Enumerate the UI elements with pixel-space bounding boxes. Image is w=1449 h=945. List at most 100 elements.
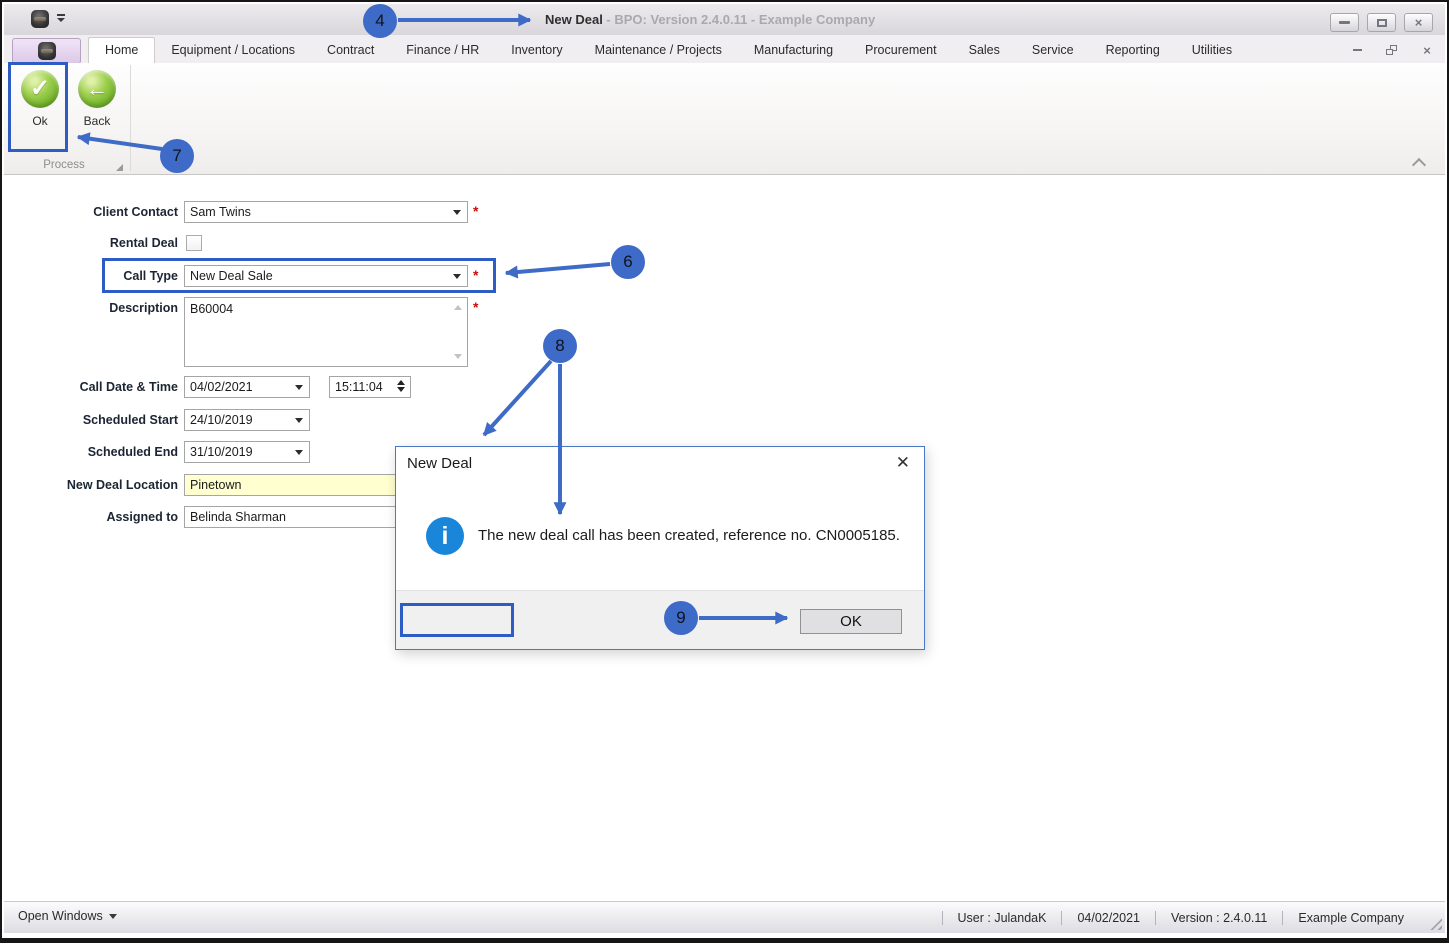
scheduled-end-picker[interactable]: 31/10/2019 [184, 441, 310, 463]
mdi-close-button[interactable]: × [1416, 42, 1438, 58]
new-deal-location-label: New Deal Location [66, 478, 178, 492]
dialog-ok-button[interactable]: OK [800, 609, 902, 634]
status-version: Version : 2.4.0.11 [1155, 910, 1282, 925]
mdi-restore-icon [1385, 45, 1397, 55]
scroll-down-icon[interactable] [454, 354, 462, 359]
window-frame: New Deal - BPO: Version 2.4.0.11 - Examp… [0, 0, 1449, 943]
minimize-icon [1339, 21, 1350, 24]
description-textarea[interactable]: B60004 [184, 297, 468, 367]
new-deal-location-value: Pinetown [190, 478, 242, 492]
required-marker: * [473, 267, 479, 283]
app-logo-icon [31, 10, 49, 28]
tab-service[interactable]: Service [1016, 37, 1090, 63]
close-icon: × [1414, 15, 1423, 30]
open-windows-button[interactable]: Open Windows [18, 909, 117, 923]
chevron-down-icon [295, 450, 303, 455]
chevron-down-icon [453, 210, 461, 215]
ok-button[interactable]: ✓ Ok [13, 66, 67, 146]
close-button[interactable]: × [1404, 13, 1433, 32]
spinner-arrows-icon[interactable] [397, 380, 405, 392]
assigned-to-label: Assigned to [106, 510, 178, 524]
ribbon: ✓ Ok ← Back Process [4, 63, 1445, 175]
call-date-picker[interactable]: 04/02/2021 [184, 376, 310, 398]
group-dialog-launcher-icon[interactable] [116, 164, 123, 171]
call-date-value: 04/02/2021 [190, 380, 253, 394]
titlebar: New Deal - BPO: Version 2.4.0.11 - Examp… [4, 4, 1445, 35]
mdi-restore-button[interactable] [1380, 42, 1402, 58]
status-company: Example Company [1282, 910, 1419, 925]
ribbon-tab-row: Home Equipment / Locations Contract Fina… [4, 35, 1445, 64]
back-arrow-icon: ← [78, 70, 116, 108]
annotation-step-7: 7 [160, 139, 194, 173]
annotation-step-4: 4 [363, 4, 397, 38]
annotation-step-8: 8 [543, 329, 577, 363]
call-type-combobox[interactable]: New Deal Sale [184, 265, 468, 287]
mdi-minimize-button[interactable] [1346, 42, 1368, 58]
maximize-button[interactable] [1367, 13, 1396, 32]
ribbon-group-label: Process [43, 159, 85, 171]
tab-contract[interactable]: Contract [311, 37, 390, 63]
mdi-minimize-icon [1352, 49, 1362, 51]
application-menu-button[interactable] [12, 38, 81, 64]
minimize-button[interactable] [1330, 13, 1359, 32]
scheduled-end-label: Scheduled End [87, 445, 178, 459]
tab-equipment-locations[interactable]: Equipment / Locations [155, 37, 311, 63]
client-contact-combobox[interactable]: Sam Twins [184, 201, 468, 223]
rental-deal-label: Rental Deal [109, 236, 178, 250]
quick-access-chevron-icon[interactable] [56, 14, 65, 22]
new-deal-dialog: New Deal ✕ i The new deal call has been … [395, 446, 925, 650]
dialog-title: New Deal [407, 455, 473, 472]
ribbon-tabs: Home Equipment / Locations Contract Fina… [88, 37, 1248, 63]
mdi-close-icon: × [1423, 42, 1431, 58]
call-date-time-label: Call Date & Time [79, 380, 178, 394]
info-icon: i [426, 517, 464, 555]
ok-button-label: Ok [32, 114, 48, 128]
tab-procurement[interactable]: Procurement [849, 37, 953, 63]
chevron-down-icon [295, 418, 303, 423]
scheduled-start-value: 24/10/2019 [190, 413, 253, 427]
status-user: User : JulandaK [941, 910, 1062, 925]
call-time-spinner[interactable]: 15:11:04 [329, 376, 411, 398]
open-windows-label: Open Windows [18, 909, 103, 923]
app-logo-icon [37, 42, 56, 60]
ribbon-group-separator [130, 65, 131, 171]
required-marker: * [473, 203, 479, 219]
tab-finance-hr[interactable]: Finance / HR [390, 37, 495, 63]
resize-grip[interactable] [1429, 917, 1442, 930]
annotation-step-6: 6 [611, 245, 645, 279]
ribbon-collapse-chevron-icon[interactable] [1411, 157, 1427, 173]
window-title: New Deal - BPO: Version 2.4.0.11 - Examp… [545, 12, 875, 27]
status-date: 04/02/2021 [1061, 910, 1155, 925]
client-contact-value: Sam Twins [190, 205, 251, 219]
chevron-down-icon [453, 274, 461, 279]
tab-inventory[interactable]: Inventory [495, 37, 578, 63]
call-type-value: New Deal Sale [190, 269, 273, 283]
rental-deal-checkbox[interactable] [186, 235, 202, 251]
tab-maintenance-projects[interactable]: Maintenance / Projects [579, 37, 738, 63]
description-value: B60004 [190, 302, 234, 316]
status-bar-right: User : JulandaK 04/02/2021 Version : 2.4… [941, 902, 1419, 933]
scheduled-start-label: Scheduled Start [82, 413, 178, 427]
required-marker: * [473, 299, 479, 315]
chevron-down-icon [108, 913, 117, 919]
scheduled-end-value: 31/10/2019 [190, 445, 253, 459]
dialog-close-icon[interactable]: ✕ [896, 453, 910, 473]
tab-reporting[interactable]: Reporting [1090, 37, 1176, 63]
window-title-secondary: - BPO: Version 2.4.0.11 - Example Compan… [602, 12, 876, 27]
status-bar: Open Windows User : JulandaK 04/02/2021 … [4, 901, 1445, 933]
scheduled-start-picker[interactable]: 24/10/2019 [184, 409, 310, 431]
scroll-up-icon[interactable] [454, 305, 462, 310]
maximize-icon [1376, 18, 1387, 27]
back-button-label: Back [83, 114, 111, 128]
tab-manufacturing[interactable]: Manufacturing [738, 37, 849, 63]
tab-home[interactable]: Home [88, 37, 156, 63]
window-title-primary: New Deal [545, 12, 603, 27]
client-contact-label: Client Contact [93, 205, 178, 219]
call-type-label: Call Type [123, 269, 178, 283]
tab-utilities[interactable]: Utilities [1176, 37, 1248, 63]
assigned-to-value: Belinda Sharman [190, 510, 286, 524]
call-time-value: 15:11:04 [335, 380, 383, 394]
back-button[interactable]: ← Back [70, 66, 124, 146]
tab-sales[interactable]: Sales [953, 37, 1016, 63]
dialog-message: The new deal call has been created, refe… [478, 527, 900, 544]
